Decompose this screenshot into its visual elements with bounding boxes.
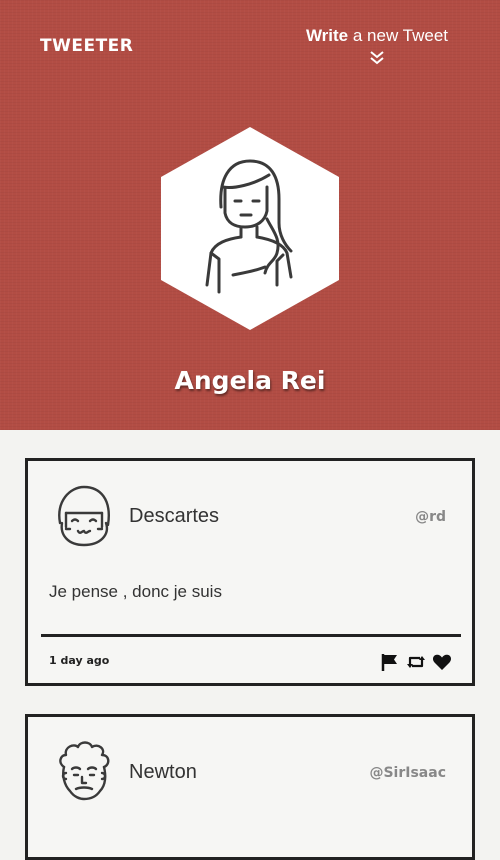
tweet-timestamp: 1 day ago [49,654,110,667]
heart-icon[interactable] [432,652,452,672]
retweet-icon[interactable] [406,652,426,672]
double-chevron-down-icon [370,51,384,65]
tweet-card: Descartes @rd Je pense , donc je suis 1 … [25,458,475,686]
author-avatar[interactable] [52,483,116,547]
profile-header: TWEETER Write a new Tweet Angela Rei [0,0,500,430]
profile-avatar [161,127,339,330]
flag-icon[interactable] [380,652,400,672]
write-tweet-button[interactable]: Write a new Tweet [306,26,448,66]
divider [41,634,461,637]
author-handle[interactable]: @rd [415,509,446,525]
author-avatar[interactable] [52,739,116,803]
author-name[interactable]: Descartes [129,505,219,528]
write-label-rest: a new Tweet [348,26,448,45]
tweet-card: Newton @SirIsaac [25,714,475,860]
tweet-text: Je pense , donc je suis [49,582,222,601]
profile-name: Angela Rei [174,366,326,395]
brand-logo[interactable]: TWEETER [40,36,133,56]
author-handle[interactable]: @SirIsaac [369,765,446,781]
author-name[interactable]: Newton [129,761,197,784]
write-label-bold: Write [305,26,349,45]
tweet-actions [380,652,452,672]
